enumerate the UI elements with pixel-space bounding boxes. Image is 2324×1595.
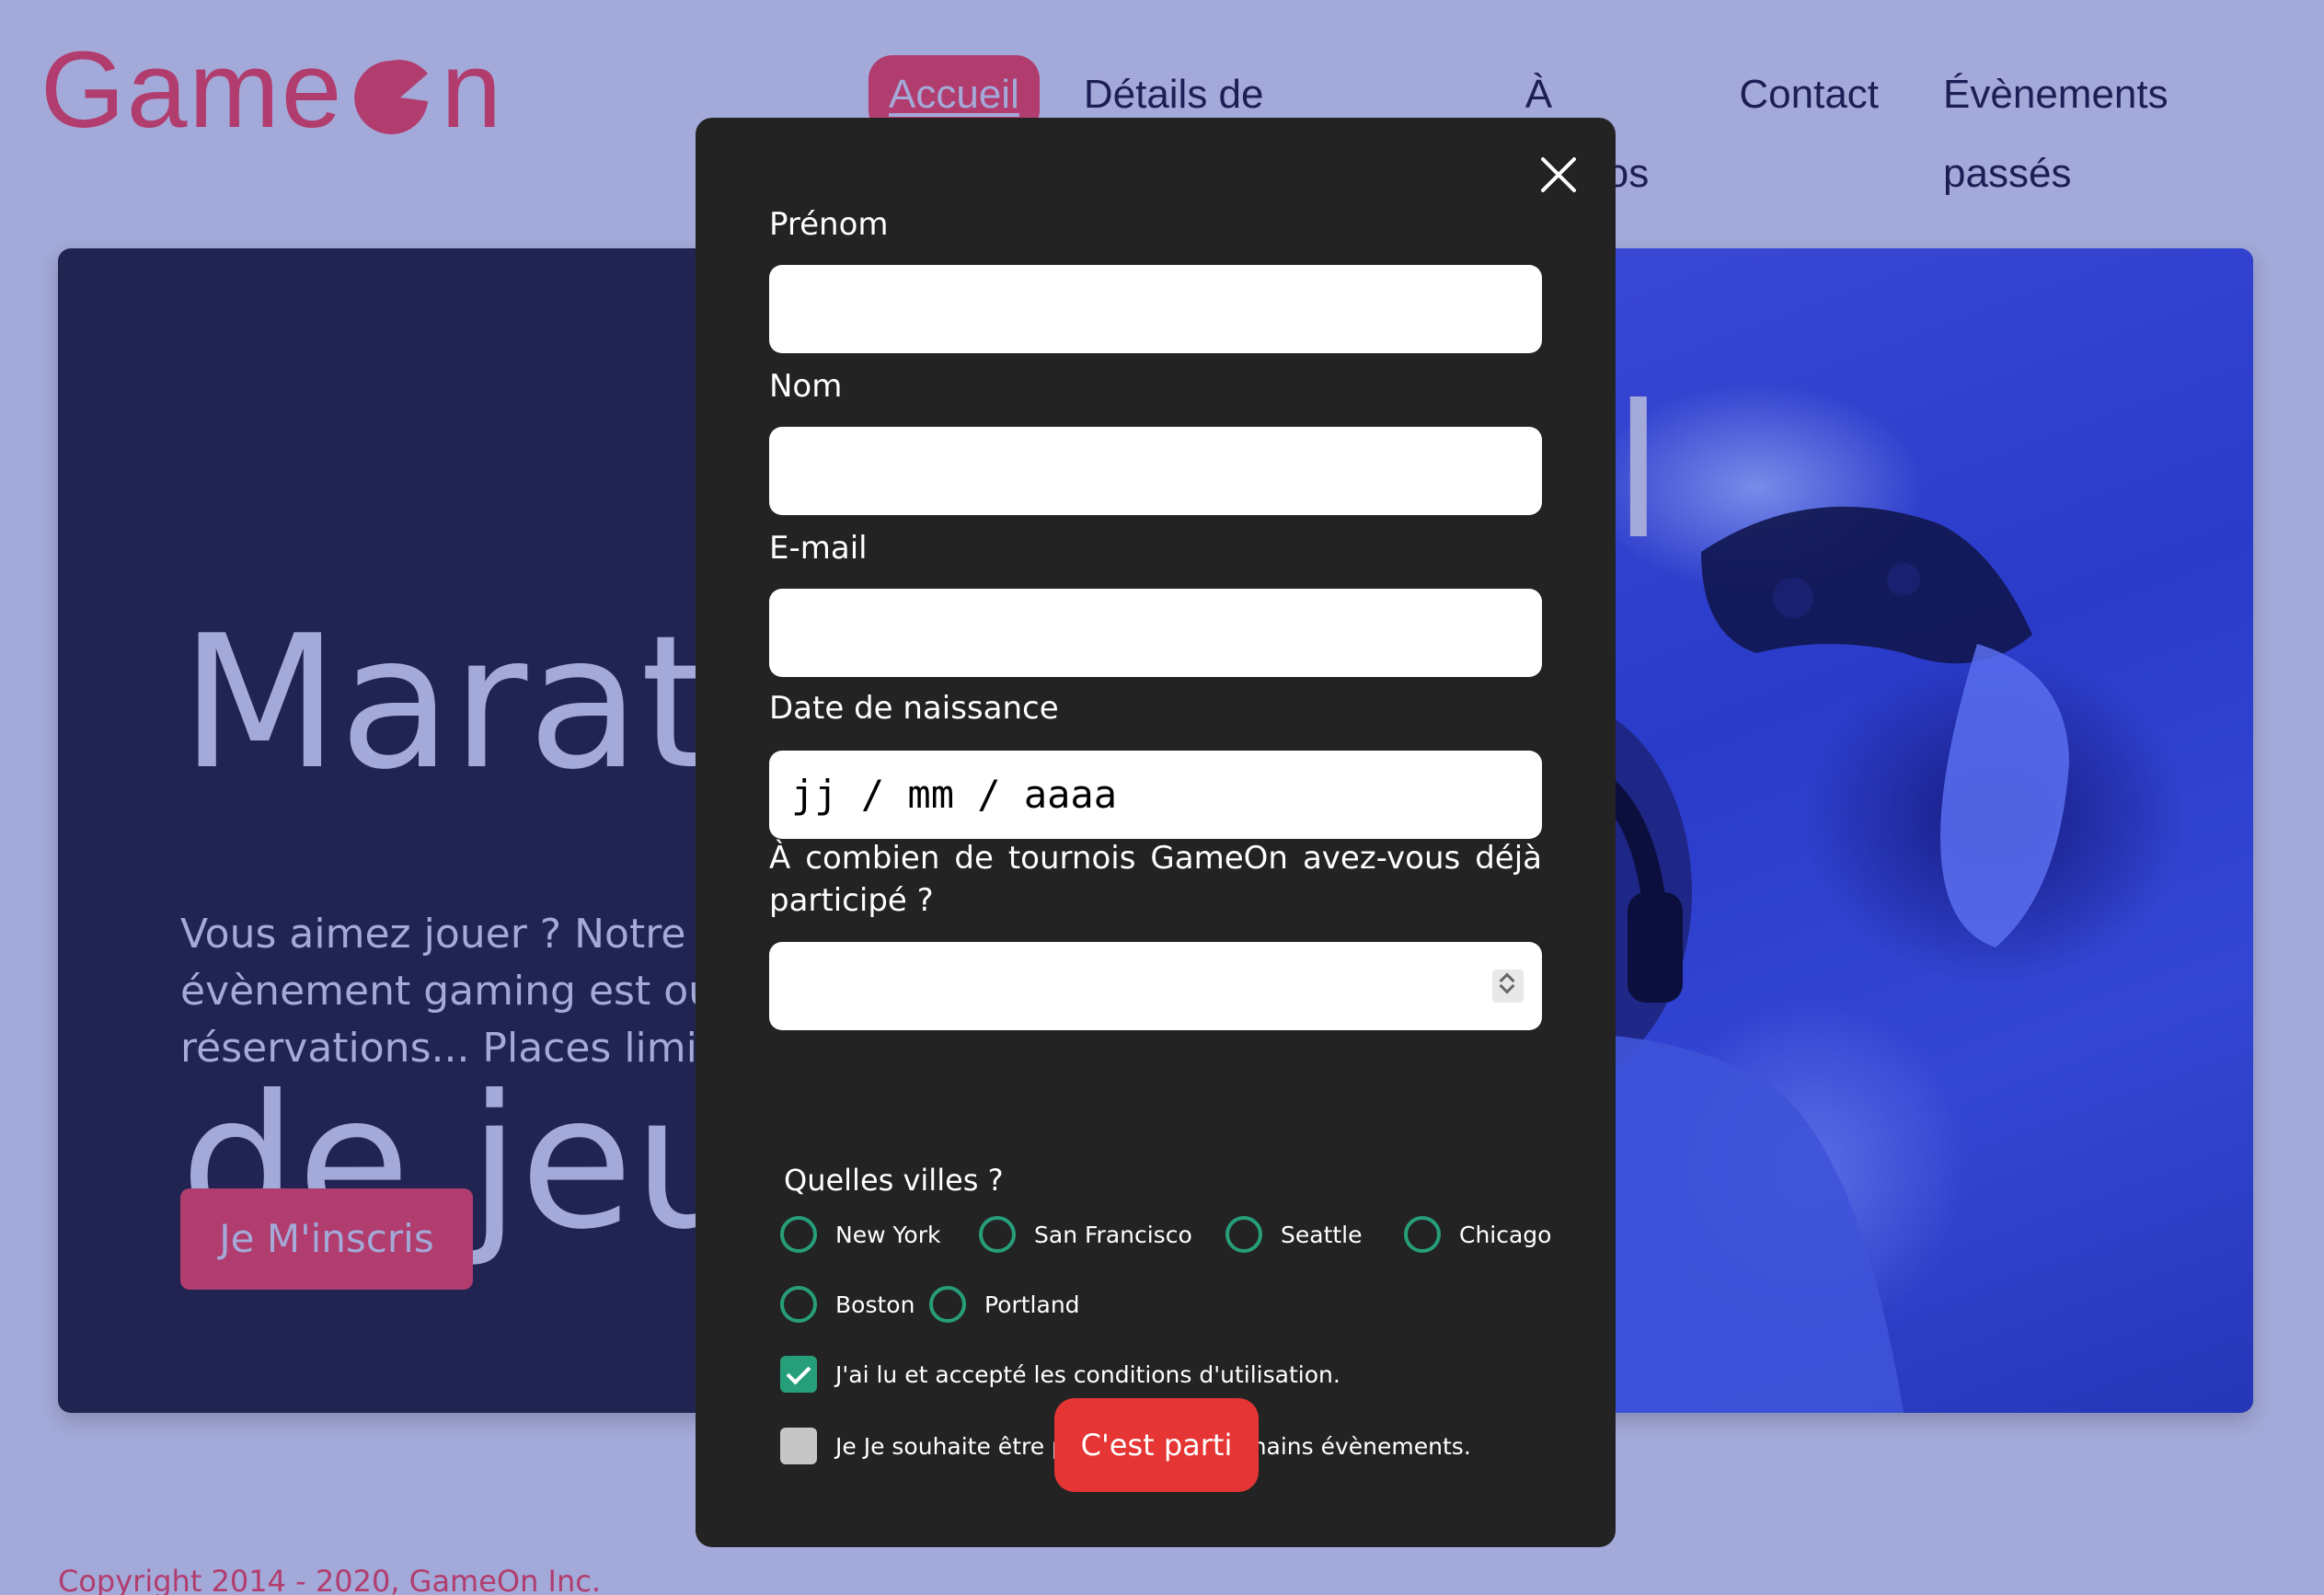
radio-circle-icon	[1404, 1216, 1441, 1253]
radio-circle-icon	[1225, 1216, 1262, 1253]
first-name-field[interactable]	[769, 265, 1542, 353]
city-radio-new-york[interactable]: New York	[780, 1216, 940, 1253]
city-radio-chicago[interactable]: Chicago	[1404, 1216, 1551, 1253]
hero-subtitle-line1: Vous aimez jouer ? Notre p	[180, 911, 725, 958]
city-label: Seattle	[1281, 1221, 1363, 1248]
email-field[interactable]	[769, 589, 1542, 677]
birthdate-field[interactable]: jj / mm / aaaa	[769, 751, 1542, 839]
logo-text-left: Game	[40, 29, 344, 151]
unchecked-box-icon	[780, 1428, 817, 1464]
footer-copyright: Copyright 2014 - 2020, GameOn Inc.	[58, 1564, 602, 1595]
checkmark-icon	[780, 1356, 817, 1393]
nav-item-evenements-passes[interactable]: Évènements passés	[1923, 55, 2300, 196]
signup-modal: Prénom Nom E-mail Date de naissance jj /…	[696, 118, 1616, 1547]
city-label: Chicago	[1459, 1221, 1552, 1248]
last-name-label: Nom	[769, 368, 843, 405]
radio-circle-icon	[979, 1216, 1016, 1253]
quantity-stepper[interactable]	[1492, 970, 1524, 1003]
radio-circle-icon	[780, 1286, 817, 1323]
gameon-logo[interactable]: Game n	[40, 35, 503, 145]
birthdate-placeholder: jj / mm / aaaa	[791, 772, 1118, 817]
city-label: Portland	[984, 1291, 1080, 1318]
city-label: San Francisco	[1034, 1221, 1192, 1248]
tournaments-label: À combien de tournois GameOn avez-vous d…	[769, 840, 1542, 919]
email-label: E-mail	[769, 530, 868, 567]
signup-button[interactable]: Je M'inscris	[180, 1188, 473, 1290]
city-label: New York	[835, 1221, 941, 1248]
submit-button[interactable]: C'est parti	[1054, 1398, 1259, 1492]
city-radio-seattle[interactable]: Seattle	[1225, 1216, 1363, 1253]
nav-item-contact[interactable]: Contact	[1719, 55, 1899, 134]
cities-title: Quelles villes ?	[784, 1163, 1004, 1198]
city-label: Boston	[835, 1291, 915, 1318]
close-icon[interactable]	[1538, 155, 1579, 195]
first-name-label: Prénom	[769, 206, 889, 243]
city-radio-portland[interactable]: Portland	[929, 1286, 1080, 1323]
terms-label: J'ai lu et accepté les conditions d'util…	[835, 1360, 1340, 1388]
logo-pacman-icon	[349, 48, 433, 134]
logo-text-right: n	[441, 29, 503, 151]
birthdate-label: Date de naissance	[769, 690, 1059, 727]
radio-circle-icon	[929, 1286, 966, 1323]
city-radio-boston[interactable]: Boston	[780, 1286, 915, 1323]
hero-subtitle-line2: évènement gaming est ou	[180, 968, 715, 1015]
hero-subtitle-line3: réservations... Places limité	[180, 1025, 739, 1072]
hero-title-right-fragment: l	[1613, 366, 1664, 580]
last-name-field[interactable]	[769, 427, 1542, 515]
radio-circle-icon	[780, 1216, 817, 1253]
tournaments-quantity-field[interactable]	[769, 942, 1542, 1030]
city-radio-san-francisco[interactable]: San Francisco	[979, 1216, 1192, 1253]
terms-checkbox[interactable]: J'ai lu et accepté les conditions d'util…	[780, 1356, 1340, 1393]
